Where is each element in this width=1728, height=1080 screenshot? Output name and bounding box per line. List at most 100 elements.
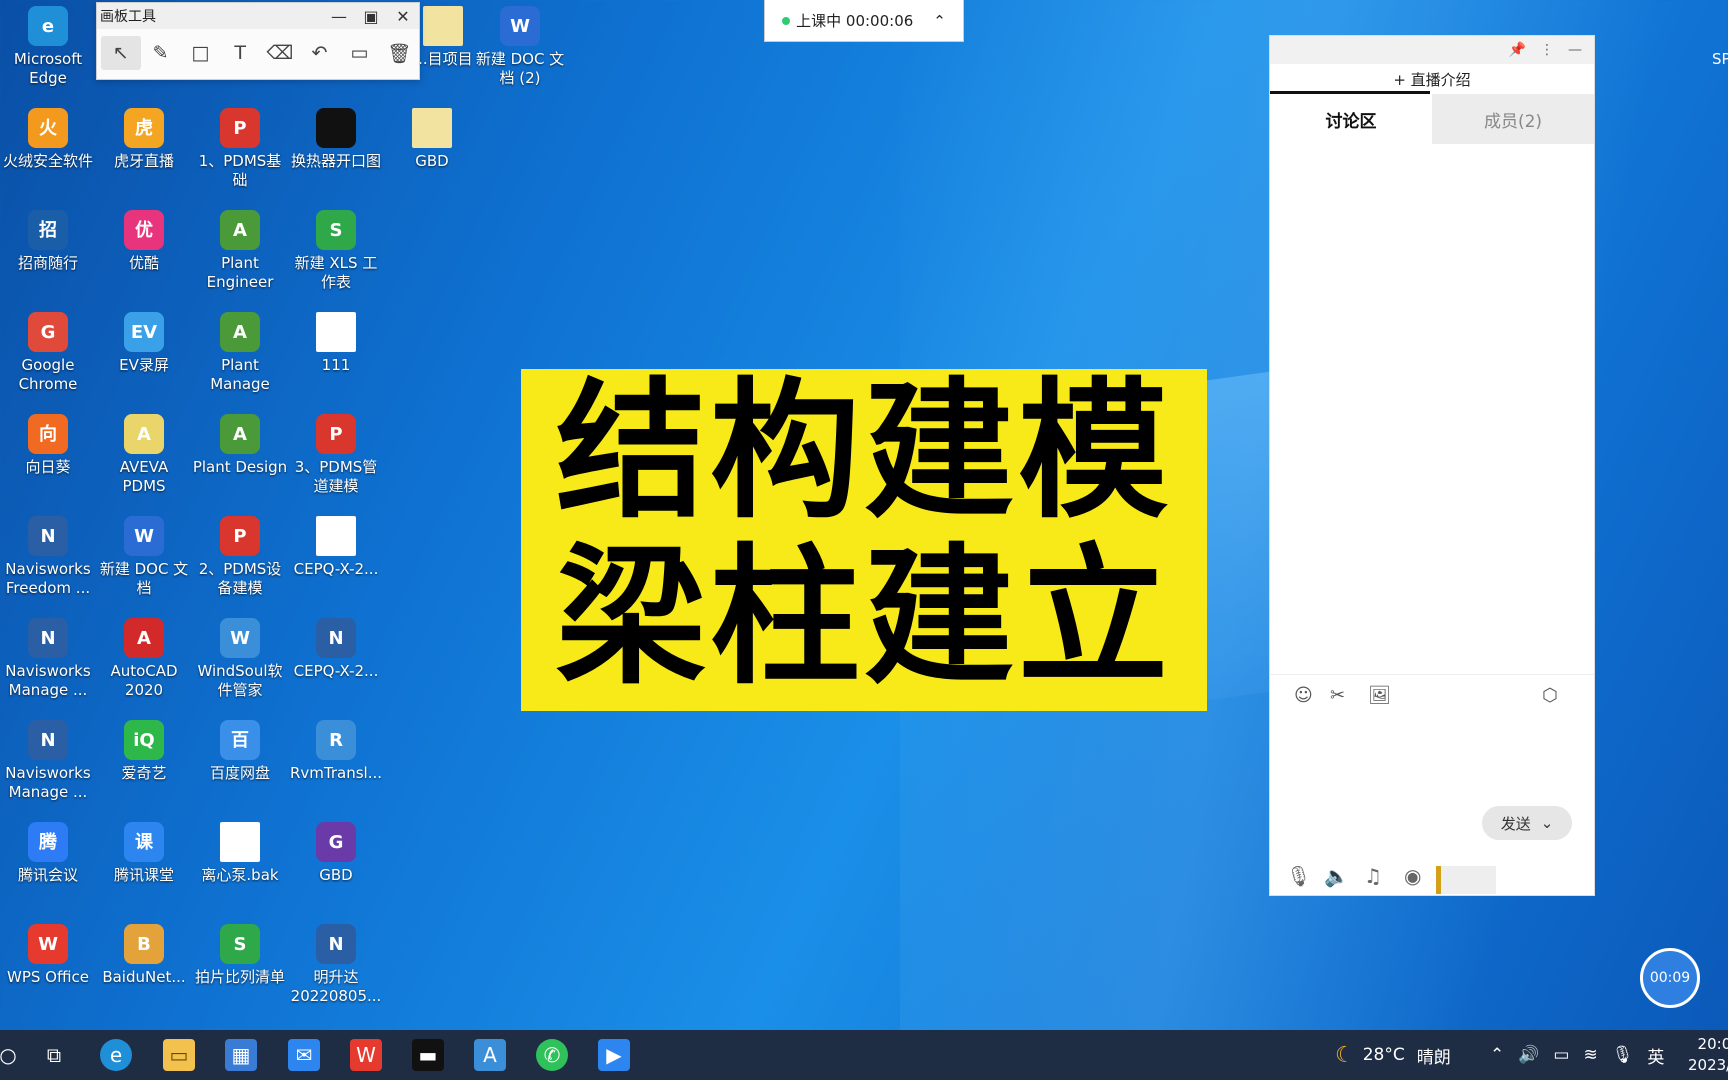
desktop-icon[interactable]: P 1、PDMS基础 xyxy=(192,108,288,190)
image-icon[interactable]: 🖼 xyxy=(1368,685,1391,706)
emoji-icon[interactable]: ☺ xyxy=(1294,685,1313,706)
desktop-icon[interactable]: 火火绒安全软件 xyxy=(0,108,96,171)
desktop-icon[interactable]: N 明升达 20220805... xyxy=(288,924,384,1006)
desktop-icon[interactable]: 课腾讯课堂 xyxy=(96,822,192,885)
store-icon[interactable]: ▦ xyxy=(225,1039,257,1071)
app-icon: G xyxy=(28,312,68,352)
recording-timer[interactable]: 00:09 xyxy=(1640,948,1700,1008)
tray-chevron-icon[interactable]: ⌃ xyxy=(1490,1045,1504,1065)
wechat-icon[interactable]: ✆ xyxy=(536,1039,568,1071)
camera-icon[interactable]: ◉ xyxy=(1404,864,1421,888)
desktop-icon[interactable]: S 新建 XLS 工作表 xyxy=(288,210,384,292)
desktop-icon[interactable]: W 新建 DOC 文档 (2) xyxy=(472,6,568,88)
screen-icon[interactable]: ▭ xyxy=(340,36,380,70)
rect-icon[interactable]: □ xyxy=(181,36,221,70)
desktop-icon[interactable]: A Plant Engineer xyxy=(192,210,288,292)
desktop-icon[interactable]: 换热器开口图 xyxy=(288,108,384,171)
pen-icon[interactable]: ✎ xyxy=(141,36,181,70)
desktop-icon[interactable]: S 拍片比列清单 xyxy=(192,924,288,987)
clock[interactable]: 20:00 2023/6 xyxy=(1688,1034,1728,1076)
trash-icon[interactable]: 🗑 xyxy=(379,36,419,70)
live-intro-tab[interactable]: + 直播介绍 xyxy=(1270,64,1594,94)
ime-indicator[interactable]: 英 xyxy=(1647,1043,1664,1068)
desktop-icon[interactable]: W 新建 DOC 文档 xyxy=(96,516,192,598)
desktop-icon-label: Microsoft Edge xyxy=(13,50,83,87)
volume-icon[interactable]: 🔊 xyxy=(1518,1045,1539,1065)
settings-icon[interactable]: ⬡ xyxy=(1542,685,1558,706)
panel-titlebar: 📌 ⋮ — xyxy=(1270,36,1594,64)
chevron-down-icon[interactable]: ⌄ xyxy=(1541,814,1554,832)
desktop-icon[interactable]: iQ 爱奇艺 xyxy=(96,720,192,783)
undo-icon[interactable]: ↶ xyxy=(300,36,340,70)
tab-discussion[interactable]: 讨论区 xyxy=(1270,94,1432,144)
desktop-icon[interactable]: e Microsoft Edge xyxy=(0,6,96,88)
tab-members[interactable]: 成员(2) xyxy=(1432,94,1594,144)
desktop-icon[interactable]: W WPS Office xyxy=(0,924,96,987)
class-status-bar[interactable]: 上课中 00:00:06 ⌃ xyxy=(764,0,964,42)
text-icon[interactable]: T xyxy=(220,36,260,70)
desktop-icon[interactable]: A AVEVA PDMS xyxy=(96,414,192,496)
pin-icon[interactable]: 📌 xyxy=(1509,42,1526,58)
desktop-icon[interactable]: 111 xyxy=(288,312,384,375)
scissors-icon[interactable]: ✂ xyxy=(1330,685,1345,706)
desktop-icon[interactable]: EV EV录屏 xyxy=(96,312,192,375)
chevron-up-icon[interactable]: ⌃ xyxy=(933,12,946,30)
desktop-icon[interactable]: N Navisworks Manage ... xyxy=(0,720,96,802)
desktop-icon[interactable]: N Navisworks Manage ... xyxy=(0,618,96,700)
mic-tray-icon[interactable]: 🎙 xyxy=(1612,1045,1634,1065)
search-icon[interactable]: ○ xyxy=(0,1039,24,1071)
more-icon[interactable]: ⋮ xyxy=(1540,42,1554,58)
desktop-icon[interactable]: A AutoCAD 2020 xyxy=(96,618,192,700)
desktop-icon[interactable]: N CEPQ-X-2... xyxy=(288,618,384,681)
desktop-icon[interactable]: 虎虎牙直播 xyxy=(96,108,192,171)
wifi-icon[interactable]: ≋ xyxy=(1583,1045,1597,1065)
desktop-icon[interactable]: A Plant Design xyxy=(192,414,288,477)
system-tray: ⌃ 🔊 ▭ ≋ 🎙 英 xyxy=(1490,1030,1664,1080)
speaker-icon[interactable]: 🔈 xyxy=(1324,864,1349,888)
desktop-icon[interactable]: CEPQ-X-2... xyxy=(288,516,384,579)
terminal-icon[interactable]: ▬ xyxy=(412,1039,444,1071)
app-a-icon[interactable]: A xyxy=(474,1039,506,1071)
microphone-icon[interactable]: 🎙 xyxy=(1286,864,1311,888)
desktop-icon[interactable]: 百百度网盘 xyxy=(192,720,288,783)
draw-tool-titlebar[interactable]: 画板工具 — ▣ ✕ xyxy=(97,3,419,29)
draw-tool-window: 画板工具 — ▣ ✕ ↖ ✎ □ T ⌫ ↶ ▭ 🗑 xyxy=(96,2,420,80)
desktop-icon[interactable]: 招招商随行 xyxy=(0,210,96,273)
file-explorer-icon[interactable]: ▭ xyxy=(163,1039,195,1071)
minimize-icon[interactable]: — xyxy=(323,7,355,26)
task-view-icon[interactable]: ⧉ xyxy=(38,1039,70,1071)
pointer-icon[interactable]: ↖ xyxy=(101,36,141,70)
volume-meter[interactable] xyxy=(1436,866,1496,894)
minimize-icon[interactable]: — xyxy=(1568,42,1582,58)
desktop-icon[interactable]: 向向日葵 xyxy=(0,414,96,477)
desktop-icon[interactable]: G GBD xyxy=(288,822,384,885)
desktop-icon-label: EV录屏 xyxy=(119,356,169,374)
send-label: 发送 xyxy=(1500,814,1531,833)
mail-icon[interactable]: ✉ xyxy=(288,1039,320,1071)
maximize-icon[interactable]: ▣ xyxy=(355,7,387,26)
desktop-icon[interactable]: GBD xyxy=(384,108,480,171)
desktop-icon[interactable]: P 3、PDMS管道建模 xyxy=(288,414,384,496)
desktop-icon[interactable]: R RvmTransl... xyxy=(288,720,384,783)
send-button[interactable]: 发送 ⌄ xyxy=(1482,806,1572,840)
desktop-icon[interactable]: G Google Chrome xyxy=(0,312,96,394)
music-icon[interactable]: ♫ xyxy=(1364,864,1382,888)
tencent-class-icon[interactable]: ▶ xyxy=(598,1039,630,1071)
wps-icon[interactable]: W xyxy=(350,1039,382,1071)
desktop-icon-label: Plant Manage xyxy=(210,356,270,393)
app-icon: P xyxy=(220,516,260,556)
desktop-icon[interactable]: 优优酷 xyxy=(96,210,192,273)
desktop-icon[interactable]: N Navisworks Freedom ... xyxy=(0,516,96,598)
eraser-icon[interactable]: ⌫ xyxy=(260,36,300,70)
app-icon: N xyxy=(28,720,68,760)
desktop-icon[interactable]: P 2、PDMS设备建模 xyxy=(192,516,288,598)
desktop-icon[interactable]: B BaiduNet... xyxy=(96,924,192,987)
edge-icon[interactable]: e xyxy=(100,1039,132,1071)
close-icon[interactable]: ✕ xyxy=(387,7,419,26)
desktop-icon[interactable]: 离心泵.bak xyxy=(192,822,288,885)
weather-widget[interactable]: ☾ 28°C 晴朗 xyxy=(1335,1030,1451,1080)
battery-icon[interactable]: ▭ xyxy=(1553,1045,1569,1065)
desktop-icon[interactable]: 腾腾讯会议 xyxy=(0,822,96,885)
desktop-icon[interactable]: W WindSoul软件管家 xyxy=(192,618,288,700)
desktop-icon[interactable]: A Plant Manage xyxy=(192,312,288,394)
